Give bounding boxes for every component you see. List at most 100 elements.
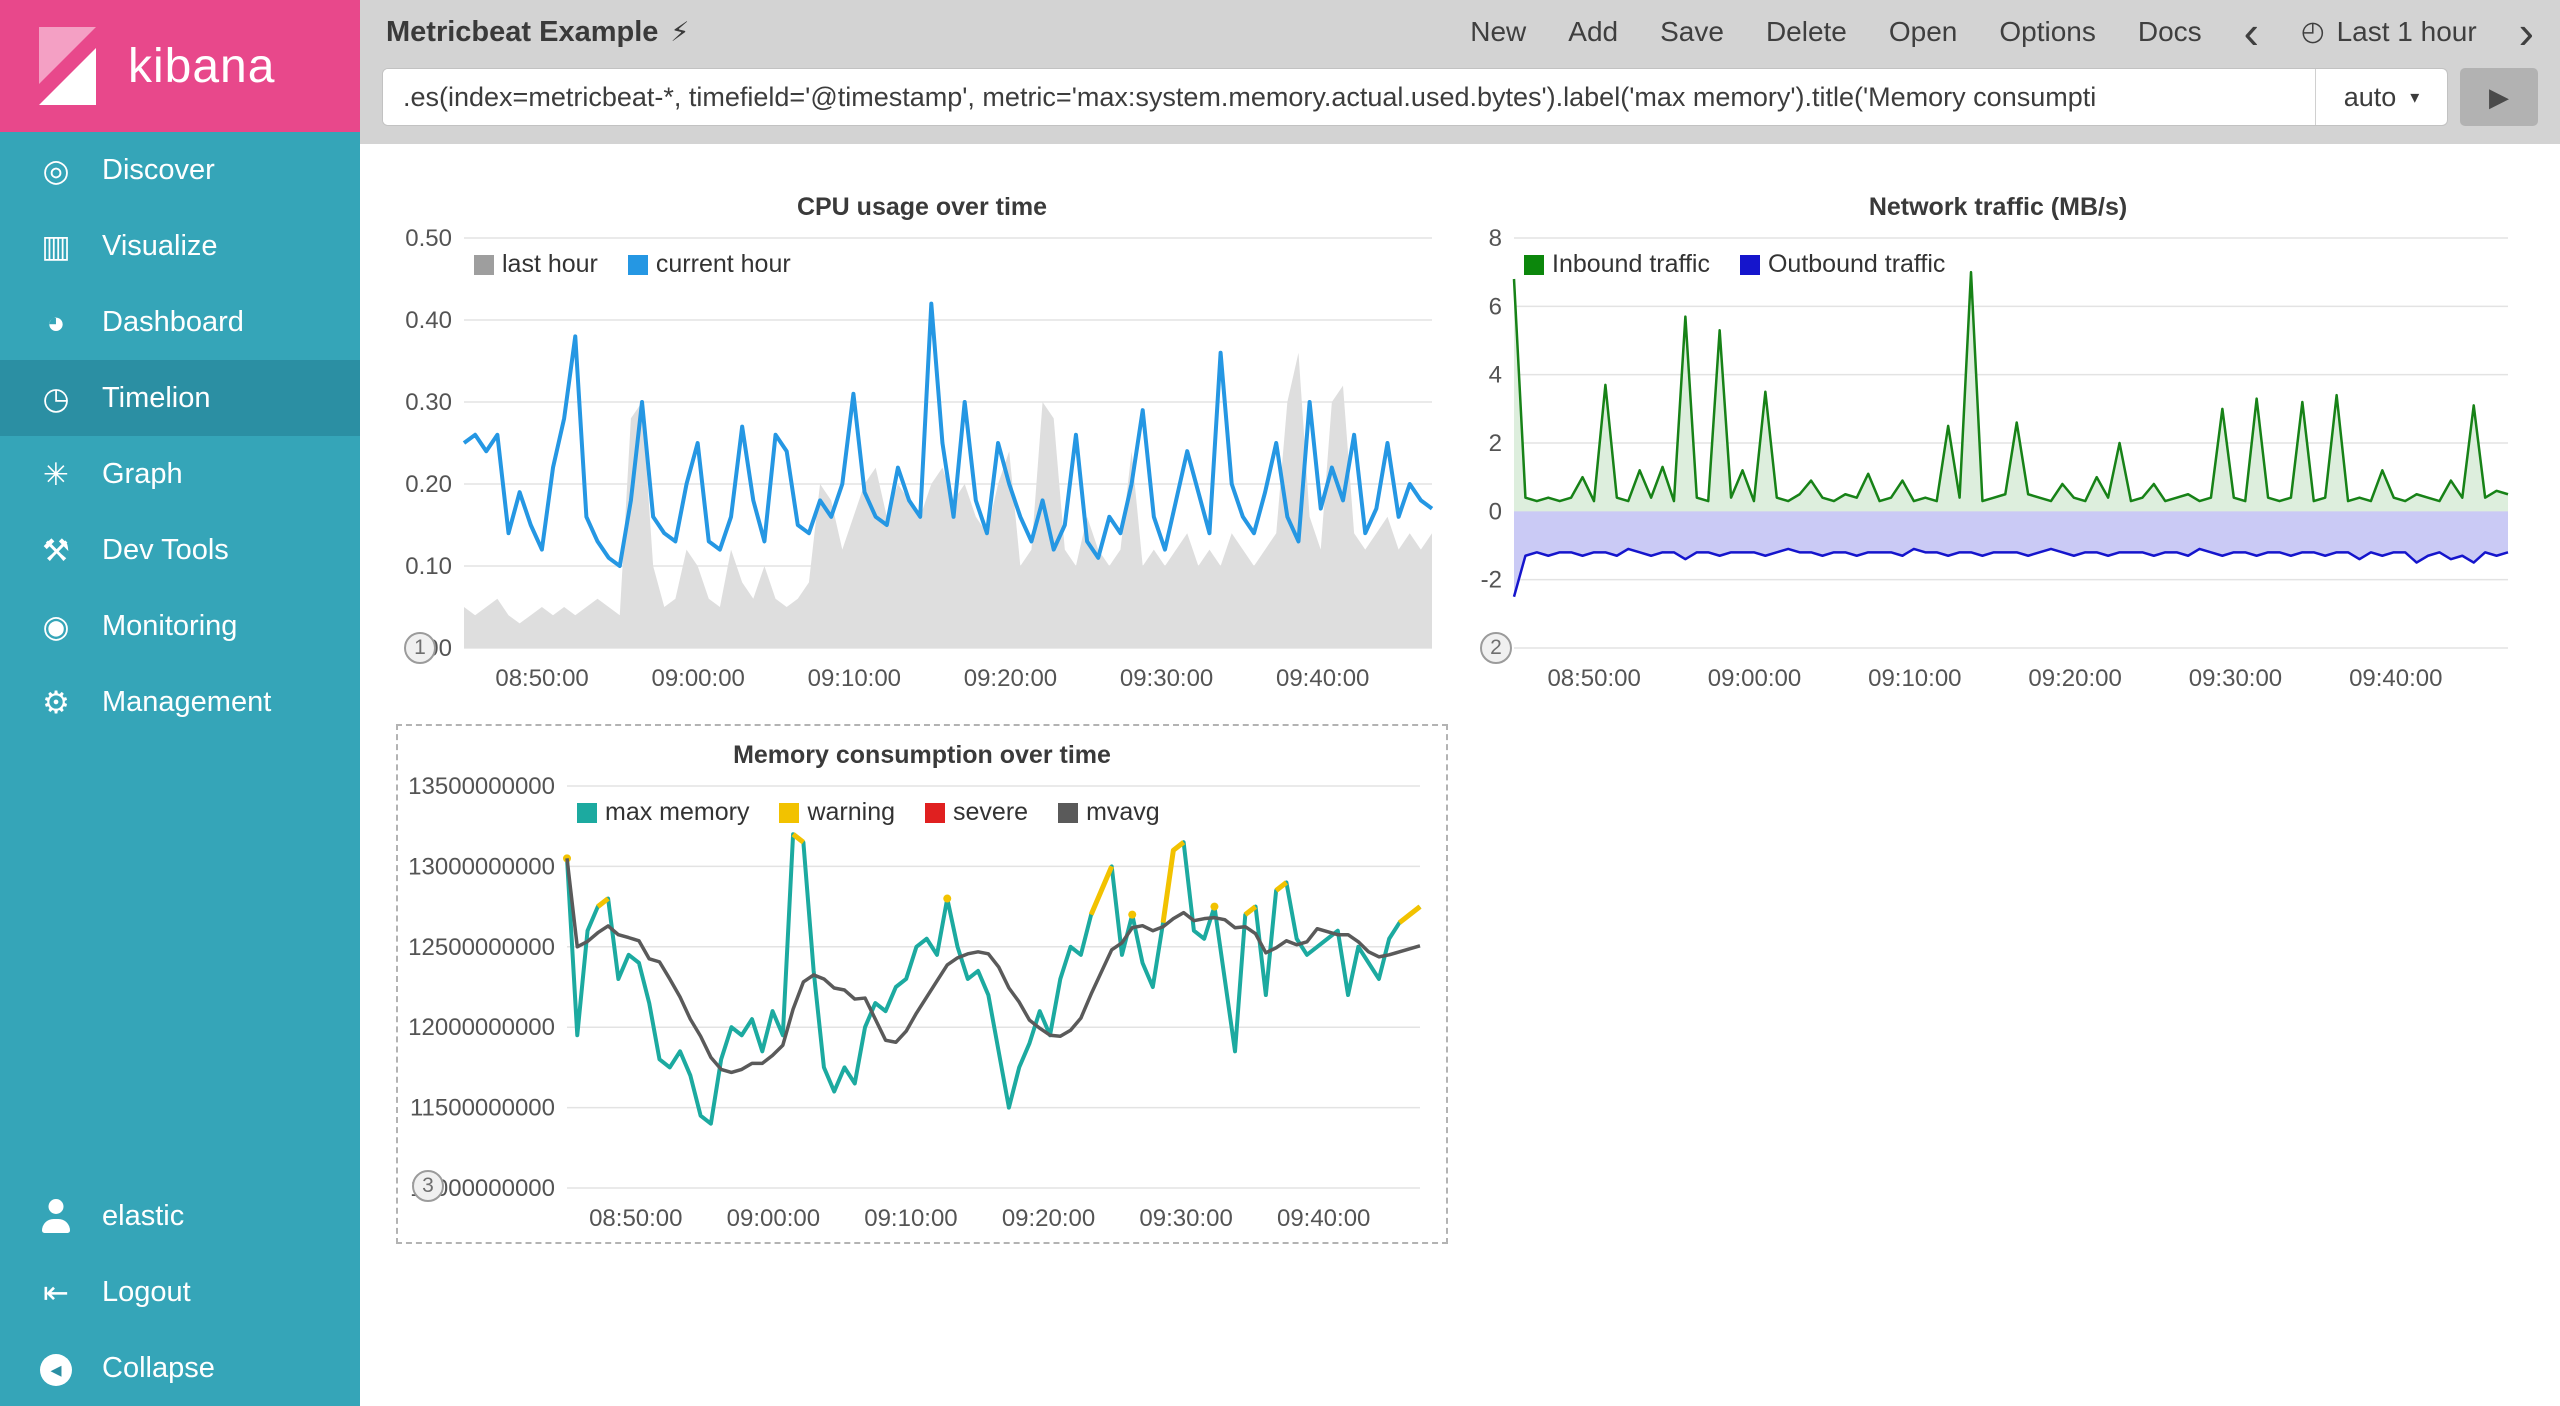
interval-select[interactable]: auto ▾	[2315, 69, 2447, 125]
menu-item-save[interactable]: Save	[1660, 16, 1724, 48]
kibana-logo-mark	[18, 18, 114, 114]
legend-label: Inbound traffic	[1552, 250, 1710, 279]
kibana-app: kibana ◎ Discover ▥ Visualize ◕ Dashboar…	[0, 0, 2560, 1406]
menu-item-new[interactable]: New	[1470, 16, 1526, 48]
monitoring-icon: ◉	[34, 611, 78, 642]
sidebar-item-dev-tools[interactable]: ⚒ Dev Tools	[0, 512, 360, 588]
y-axis-tick: 8	[1489, 228, 1502, 252]
menu-item-delete[interactable]: Delete	[1766, 16, 1847, 48]
legend-item[interactable]: last hour	[474, 250, 598, 279]
timelion-sheet: CPU usage over time 0.000.100.200.300.40…	[360, 144, 2560, 1244]
chart-plot[interactable]: 0.000.100.200.300.400.5008:50:0009:00:00…	[396, 228, 1448, 698]
chart-svg[interactable]: 0.000.100.200.300.400.5008:50:0009:00:00…	[396, 228, 1448, 698]
legend-item[interactable]: mvavg	[1058, 798, 1160, 827]
legend-item[interactable]: warning	[779, 798, 895, 827]
x-axis-tick: 09:00:00	[727, 1205, 820, 1232]
x-axis-tick: 08:50:00	[589, 1205, 682, 1232]
sidebar-item-logout[interactable]: ⇤ Logout	[0, 1254, 360, 1330]
sidebar-item-dashboard[interactable]: ◕ Dashboard	[0, 284, 360, 360]
play-button[interactable]: ▶	[2460, 68, 2538, 126]
legend-swatch	[577, 803, 597, 823]
legend-swatch	[1524, 255, 1544, 275]
chevron-right-icon[interactable]: ›	[2519, 14, 2534, 51]
collapse-icon: ◂	[40, 1354, 72, 1386]
sidebar-item-discover[interactable]: ◎ Discover	[0, 132, 360, 208]
logout-icon: ⇤	[34, 1277, 78, 1308]
chart-title: CPU usage over time	[396, 186, 1448, 228]
legend-item[interactable]: Outbound traffic	[1740, 250, 1945, 279]
series-line	[567, 858, 1420, 1072]
timelion-panel-3: Memory consumption over time 11000000000…	[396, 724, 1448, 1244]
menu-item-open[interactable]: Open	[1889, 16, 1958, 48]
legend-swatch	[1058, 803, 1078, 823]
x-axis-tick: 09:00:00	[1708, 665, 1801, 692]
legend-label: warning	[807, 798, 895, 827]
time-picker[interactable]: ◴ Last 1 hour	[2301, 16, 2477, 48]
warning-segment	[1091, 866, 1112, 914]
legend-item[interactable]: Inbound traffic	[1524, 250, 1710, 279]
chart-svg[interactable]: -4-20246808:50:0009:00:0009:10:0009:20:0…	[1472, 228, 2524, 698]
x-axis-tick: 08:50:00	[495, 665, 588, 692]
caret-down-icon: ▾	[2410, 87, 2419, 108]
sidebar-item-collapse[interactable]: ◂ Collapse	[0, 1330, 360, 1406]
menu-item-add[interactable]: Add	[1568, 16, 1618, 48]
sidebar-item-label: Discover	[102, 154, 215, 187]
sidebar-item-label: Dev Tools	[102, 534, 229, 567]
sidebar-item-elastic[interactable]: elastic	[0, 1178, 360, 1254]
sidebar-item-monitoring[interactable]: ◉ Monitoring	[0, 588, 360, 664]
legend-label: last hour	[502, 250, 598, 279]
warning-segment	[1163, 842, 1184, 922]
query-box: auto ▾	[382, 68, 2448, 126]
chart-plot[interactable]: 1100000000011500000000120000000001250000…	[408, 776, 1436, 1238]
chart-plot[interactable]: -4-20246808:50:0009:00:0009:10:0009:20:0…	[1472, 228, 2524, 698]
chevron-left-icon[interactable]: ‹	[2244, 14, 2259, 51]
sidebar-item-label: Graph	[102, 458, 183, 491]
legend-swatch	[1740, 255, 1760, 275]
x-axis-tick: 09:20:00	[2028, 665, 2121, 692]
x-axis-tick: 09:10:00	[1868, 665, 1961, 692]
menu-item-options[interactable]: Options	[1999, 16, 2096, 48]
sidebar-item-label: Logout	[102, 1276, 191, 1309]
warning-segment	[1245, 907, 1255, 915]
legend-swatch	[474, 255, 494, 275]
interval-value: auto	[2344, 82, 2397, 113]
y-axis-tick: 2	[1489, 430, 1502, 457]
x-axis-tick: 09:40:00	[2349, 665, 2442, 692]
topbar: Metricbeat Example ⚡ New Add Save Delete…	[360, 0, 2560, 64]
menu-item-docs[interactable]: Docs	[2138, 16, 2202, 48]
timelion-query-input[interactable]	[383, 69, 2315, 125]
sidebar-nav: ◎ Discover ▥ Visualize ◕ Dashboard ◷ Tim…	[0, 132, 360, 740]
sidebar: kibana ◎ Discover ▥ Visualize ◕ Dashboar…	[0, 0, 360, 1406]
sidebar-item-label: Dashboard	[102, 306, 244, 339]
page-title: Metricbeat Example ⚡	[386, 16, 689, 49]
y-axis-tick: 11500000000	[410, 1095, 555, 1122]
timelion-panel-1: CPU usage over time 0.000.100.200.300.40…	[396, 186, 1448, 698]
legend-item[interactable]: max memory	[577, 798, 749, 827]
dashboard-icon: ◕	[34, 307, 78, 338]
sidebar-item-timelion[interactable]: ◷ Timelion	[0, 360, 360, 436]
y-axis-tick: 4	[1489, 362, 1502, 389]
kibana-logo[interactable]: kibana	[0, 0, 360, 132]
x-axis-tick: 09:00:00	[651, 665, 744, 692]
panel-number-badge: 3	[412, 1170, 444, 1202]
panel-number-badge: 1	[404, 632, 436, 664]
timelion-icon: ◷	[34, 383, 78, 414]
content-area: Metricbeat Example ⚡ New Add Save Delete…	[360, 0, 2560, 1406]
legend-item[interactable]: current hour	[628, 250, 791, 279]
sidebar-item-management[interactable]: ⚙ Management	[0, 664, 360, 740]
sidebar-item-visualize[interactable]: ▥ Visualize	[0, 208, 360, 284]
clock-icon: ◴	[2301, 16, 2325, 47]
sidebar-footer: elastic ⇤ Logout ◂ Collapse	[0, 1178, 360, 1406]
warning-segment	[1276, 882, 1286, 890]
sidebar-item-label: Timelion	[102, 382, 211, 415]
x-axis-tick: 09:20:00	[1002, 1205, 1095, 1232]
series-area	[1514, 511, 2508, 596]
legend-item[interactable]: severe	[925, 798, 1028, 827]
chart-svg[interactable]: 1100000000011500000000120000000001250000…	[408, 776, 1436, 1238]
sidebar-item-label: Management	[102, 686, 271, 719]
gear-icon: ⚙	[34, 687, 78, 718]
legend-label: current hour	[656, 250, 791, 279]
x-axis-tick: 09:30:00	[1139, 1205, 1232, 1232]
y-axis-tick: 13500000000	[408, 776, 555, 800]
sidebar-item-graph[interactable]: ✳ Graph	[0, 436, 360, 512]
